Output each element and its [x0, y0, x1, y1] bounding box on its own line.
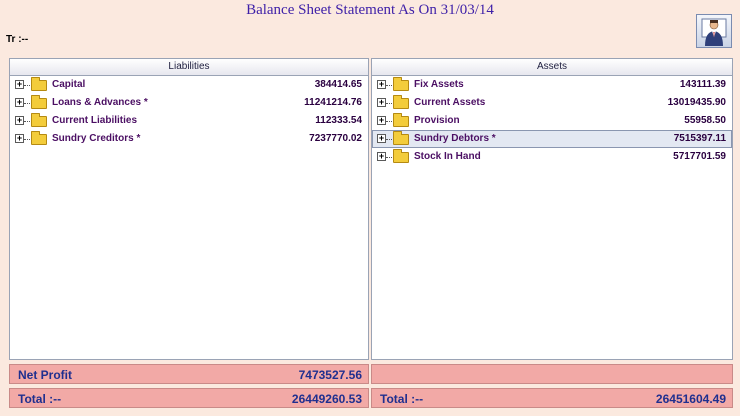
tree-row-amount: 7515397.11 — [673, 133, 726, 144]
folder-icon — [393, 95, 409, 109]
tree-connector — [24, 121, 30, 122]
tree-row-amount: 143111.39 — [679, 79, 726, 90]
net-profit-bar-right — [371, 364, 733, 384]
expand-icon[interactable]: + — [377, 116, 386, 125]
assets-total-bar: Total :-- 26451604.49 — [371, 388, 733, 408]
tree-row[interactable]: + Loans & Advances * 11241214.76 — [10, 94, 368, 112]
tree-row-label: Current Liabilities — [52, 115, 138, 126]
expand-icon[interactable]: + — [15, 116, 24, 125]
tree-connector — [386, 139, 392, 140]
tree-connector — [386, 121, 392, 122]
tree-connector — [386, 85, 392, 86]
tree-row[interactable]: + Sundry Debtors * 7515397.11 — [372, 130, 732, 148]
assets-total-amount: 26451604.49 — [655, 392, 726, 406]
expand-icon[interactable]: + — [377, 98, 386, 107]
tree-row-amount: 5717701.59 — [673, 151, 726, 162]
tree-row[interactable]: + Sundry Creditors * 7237770.02 — [10, 130, 368, 148]
tree-row-label: Sundry Creditors * — [52, 133, 141, 144]
folder-icon — [31, 77, 47, 91]
tree-row-amount: 384414.65 — [314, 79, 362, 90]
expand-icon[interactable]: + — [15, 98, 24, 107]
tree-connector — [24, 139, 30, 140]
tree-row-amount: 7237770.02 — [309, 133, 362, 144]
tree-row-amount: 55958.50 — [684, 115, 726, 126]
folder-icon — [393, 149, 409, 163]
tree-row[interactable]: + Current Assets 13019435.90 — [372, 94, 732, 112]
tree-row-label: Stock In Hand — [414, 151, 481, 162]
net-profit-label: Net Profit — [18, 368, 72, 382]
liabilities-header: Liabilities — [10, 59, 368, 76]
expand-icon[interactable]: + — [15, 134, 24, 143]
expand-icon[interactable]: + — [377, 152, 386, 161]
folder-icon — [393, 77, 409, 91]
assets-panel: Assets + Fix Assets 143111.39 + Current Asse… — [371, 58, 733, 360]
person-icon — [701, 18, 727, 46]
liabilities-total-bar: Total :-- 26449260.53 — [9, 388, 369, 408]
tree-row-label: Provision — [414, 115, 460, 126]
tree-row[interactable]: + Provision 55958.50 — [372, 112, 732, 130]
folder-icon — [31, 113, 47, 127]
tree-row-label: Current Assets — [414, 97, 486, 108]
assets-total-label: Total :-- — [380, 392, 424, 406]
folder-icon — [393, 113, 409, 127]
tree-row-label: Loans & Advances * — [52, 97, 148, 108]
tree-row[interactable]: + Stock In Hand 5717701.59 — [372, 148, 732, 166]
tree-row-label: Sundry Debtors * — [414, 133, 496, 144]
tree-row-label: Fix Assets — [414, 79, 464, 90]
assets-tree: + Fix Assets 143111.39 + Current Assets 13019… — [372, 76, 732, 166]
tr-label: Tr :-- — [6, 34, 29, 45]
tree-connector — [24, 103, 30, 104]
liabilities-total-amount: 26449260.53 — [291, 392, 362, 406]
liabilities-total-label: Total :-- — [18, 392, 62, 406]
user-avatar-icon[interactable] — [696, 14, 732, 48]
folder-icon — [31, 95, 47, 109]
expand-icon[interactable]: + — [15, 80, 24, 89]
expand-icon[interactable]: + — [377, 134, 386, 143]
tree-row-amount: 11241214.76 — [304, 97, 362, 108]
tree-row[interactable]: + Current Liabilities 112333.54 — [10, 112, 368, 130]
tree-row-label: Capital — [52, 79, 86, 90]
net-profit-bar: Net Profit 7473527.56 — [9, 364, 369, 384]
net-profit-amount: 7473527.56 — [298, 368, 362, 382]
liabilities-panel: Liabilities + Capital 384414.65 + Loans & Ad… — [9, 58, 369, 360]
tree-row-amount: 13019435.90 — [667, 97, 726, 108]
tree-row[interactable]: + Fix Assets 143111.39 — [372, 76, 732, 94]
tree-row-amount: 112333.54 — [315, 115, 362, 126]
expand-icon[interactable]: + — [377, 80, 386, 89]
folder-icon — [31, 131, 47, 145]
folder-icon — [393, 131, 409, 145]
tree-connector — [386, 157, 392, 158]
assets-header: Assets — [372, 59, 732, 76]
tree-connector — [386, 103, 392, 104]
liabilities-tree: + Capital 384414.65 + Loans & Advances * 1124… — [10, 76, 368, 148]
tree-row[interactable]: + Capital 384414.65 — [10, 76, 368, 94]
page-title: Balance Sheet Statement As On 31/03/14 — [246, 2, 494, 18]
tree-connector — [24, 85, 30, 86]
